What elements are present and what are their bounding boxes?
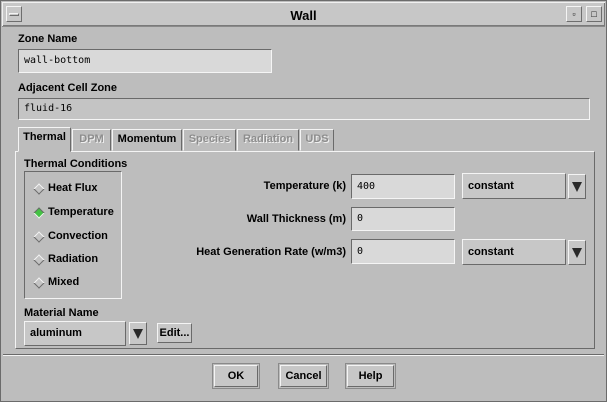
heat-generation-input[interactable]: 0 [351,239,455,264]
tab-radiation[interactable]: Radiation [237,129,299,151]
heat-generation-method-select[interactable]: constant [462,239,566,265]
help-button[interactable]: Help [347,365,394,387]
wall-dialog: Wall ▫ □ Zone Name wall-bottom Adjacent … [0,0,607,402]
temperature-label: Temperature (k) [263,180,346,192]
heat-generation-label: Heat Generation Rate (w/m3) [196,246,346,258]
temperature-method-select[interactable]: constant [462,173,566,199]
maximize-icon[interactable]: □ [586,6,602,22]
separator [3,354,604,356]
cancel-button[interactable]: Cancel [280,365,327,387]
adjacent-cell-zone-field: fluid-16 [18,98,590,120]
dropdown-arrow-icon[interactable] [568,174,586,199]
tab-species[interactable]: Species [183,129,236,151]
wall-thickness-input[interactable]: 0 [351,207,455,231]
tab-dpm[interactable]: DPM [72,129,111,151]
edit-material-button[interactable]: Edit... [157,323,192,343]
title-bar[interactable]: Wall ▫ □ [2,2,605,27]
tab-uds[interactable]: UDS [300,129,334,151]
minimize-icon[interactable]: ▫ [566,6,582,22]
material-name-label: Material Name [24,307,99,319]
material-select[interactable]: aluminum [24,321,126,346]
wall-thickness-label: Wall Thickness (m) [246,213,346,225]
adjacent-cell-zone-label: Adjacent Cell Zone [18,82,118,94]
temperature-input[interactable]: 400 [351,174,455,199]
zone-name-input[interactable]: wall-bottom [18,49,272,73]
ok-button[interactable]: OK [214,365,258,387]
dropdown-arrow-icon[interactable] [129,322,147,345]
dropdown-arrow-icon[interactable] [568,240,586,265]
window-title: Wall [290,8,317,23]
tab-momentum[interactable]: Momentum [112,129,182,151]
zone-name-label: Zone Name [18,33,78,45]
tab-thermal[interactable]: Thermal [18,127,71,152]
thermal-conditions-label: Thermal Conditions [24,158,128,170]
